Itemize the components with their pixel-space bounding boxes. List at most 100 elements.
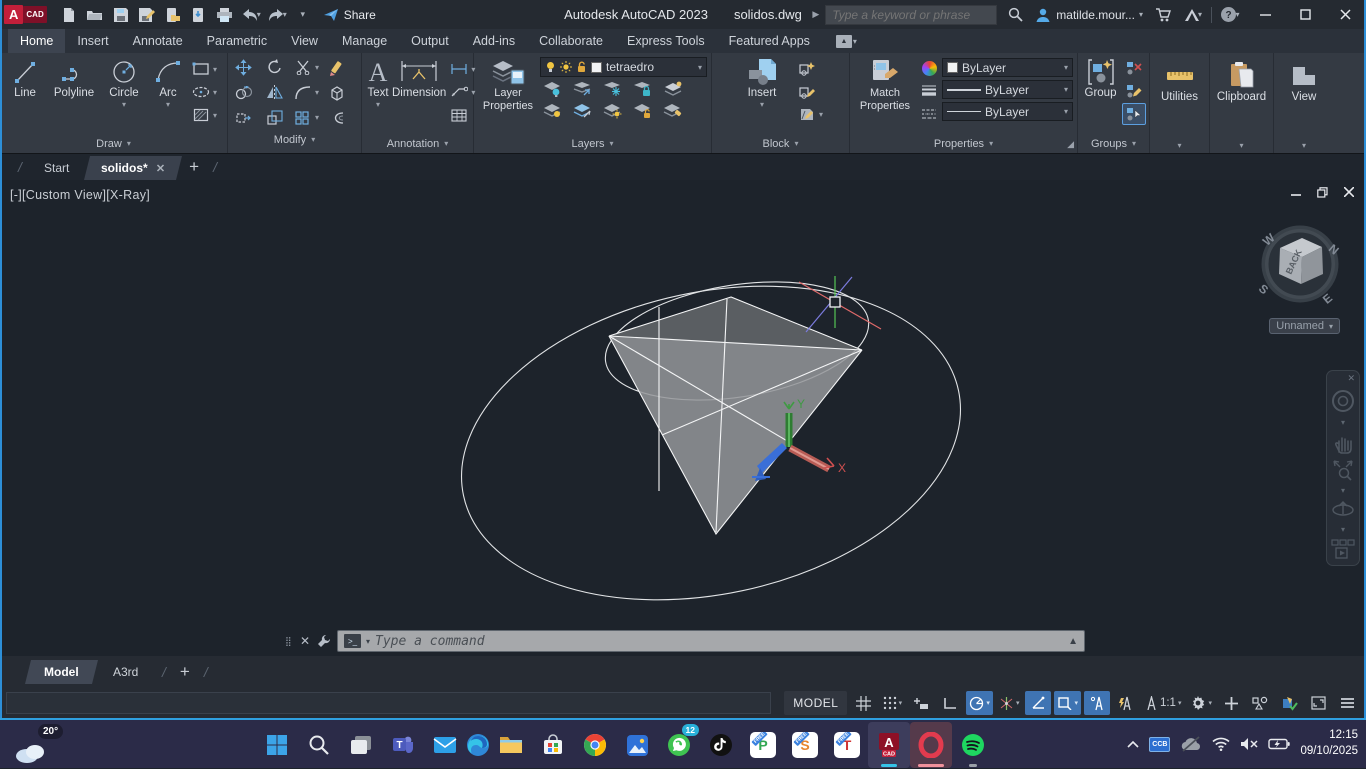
insert-block-tool[interactable]: Insert ▾ [738, 56, 786, 134]
whatsapp-button[interactable]: 12 [658, 722, 700, 768]
file-tab-solidos[interactable]: solidos*✕ [84, 156, 182, 180]
taskbar-search-button[interactable] [298, 722, 340, 768]
command-customize-icon[interactable] [317, 634, 333, 648]
layer-properties-button[interactable]: Layer Properties [478, 56, 538, 134]
command-prompt-icon[interactable]: >_ [344, 634, 361, 648]
tab-view[interactable]: View [279, 29, 330, 53]
trim-icon[interactable] [292, 58, 314, 78]
orbit-dropdown[interactable]: ▾ [1341, 525, 1345, 534]
offset-icon[interactable] [326, 108, 348, 128]
minimize-button[interactable] [1248, 2, 1282, 28]
lineweight-combo[interactable]: ByLayer▾ [942, 80, 1073, 99]
file-explorer-button[interactable] [490, 722, 532, 768]
account-menu[interactable]: matilde.mour... ▾ [1033, 3, 1145, 27]
groups-panel-title[interactable]: Groups▾ [1078, 134, 1149, 153]
open-file-button[interactable] [83, 3, 107, 27]
search-expand-arrow[interactable]: ▶ [812, 9, 819, 20]
draw-panel-title[interactable]: Draw▾ [0, 134, 227, 153]
annotation-visibility-toggle[interactable] [1084, 691, 1110, 715]
insert-dropdown[interactable]: ▾ [760, 100, 764, 109]
polyline-tool[interactable]: Polyline [48, 56, 100, 134]
linetype-combo[interactable]: ByLayer▾ [942, 102, 1073, 121]
3d-object-snap-toggle[interactable]: ▾ [996, 691, 1023, 715]
polar-tracking-toggle[interactable]: ▾ [966, 691, 993, 715]
wps-presentation-button[interactable]: FREEP [742, 722, 784, 768]
rotate-icon[interactable] [264, 58, 286, 78]
define-attributes-icon[interactable] [796, 104, 818, 124]
teams-button[interactable]: T [382, 722, 424, 768]
help-search-box[interactable] [825, 5, 997, 25]
array-dropdown[interactable]: ▾ [315, 113, 319, 122]
annotation-scale-control[interactable]: 1:1▾ [1142, 691, 1185, 715]
arc-tool[interactable]: Arc ▾ [148, 56, 188, 134]
osnap-dropdown[interactable]: ▾ [1074, 699, 1078, 707]
viewport-controls-label[interactable]: [-][Custom View][X-Ray] [10, 188, 150, 202]
properties-panel-title[interactable]: Properties▾ [850, 134, 1077, 153]
utilities-panel[interactable]: Utilities ▾ [1150, 53, 1210, 153]
save-button[interactable] [109, 3, 133, 27]
tab-collaborate[interactable]: Collaborate [527, 29, 615, 53]
circle-dropdown[interactable]: ▾ [122, 100, 126, 109]
command-input[interactable] [375, 634, 1063, 649]
undo-button[interactable]: ▾ [239, 3, 263, 27]
wheel-dropdown[interactable]: ▾ [1341, 418, 1345, 427]
match-layer-icon[interactable] [662, 101, 684, 121]
customize-quick-access-button[interactable]: ▾ [291, 3, 315, 27]
leader-icon[interactable] [448, 82, 470, 102]
dimension-tool[interactable]: Dimension [392, 56, 446, 134]
autocad-taskbar-button[interactable]: ACAD [868, 722, 910, 768]
navbar-close-icon[interactable]: ✕ [1347, 373, 1355, 384]
circle-tool[interactable]: Circle ▾ [102, 56, 146, 134]
copy-icon[interactable] [233, 83, 255, 103]
tab-output[interactable]: Output [399, 29, 461, 53]
mail-button[interactable] [424, 722, 466, 768]
new-layout-button[interactable]: + [172, 662, 198, 682]
layer-combo-chevron[interactable]: ▾ [698, 63, 702, 72]
close-button[interactable] [1328, 2, 1362, 28]
navigation-wheel-icon[interactable] [1331, 389, 1355, 413]
workspace-switching-control[interactable]: ▾ [1187, 691, 1215, 715]
showmotion-icon[interactable] [1331, 539, 1355, 559]
polar-dropdown[interactable]: ▾ [986, 699, 990, 707]
wifi-icon[interactable] [1212, 737, 1230, 751]
layer-unlock-all-icon[interactable] [632, 101, 654, 121]
view-dropdown[interactable]: ▾ [1302, 141, 1306, 150]
color-wheel-icon[interactable] [918, 58, 940, 78]
layer-combo[interactable]: tetraedro ▾ [540, 57, 707, 77]
clipboard-panel[interactable]: Clipboard ▾ [1210, 53, 1274, 153]
block-panel-title[interactable]: Block▾ [712, 134, 849, 153]
search-button[interactable] [1003, 3, 1027, 27]
erase-icon[interactable] [326, 58, 348, 78]
clipboard-dropdown[interactable]: ▾ [1239, 141, 1243, 150]
tiktok-button[interactable] [700, 722, 742, 768]
doc-minimize-icon[interactable] [1291, 187, 1301, 198]
model-space-toggle[interactable]: MODEL [784, 691, 847, 715]
tab-parametric[interactable]: Parametric [195, 29, 279, 53]
group-edit-icon[interactable] [1123, 81, 1145, 101]
create-block-icon[interactable] [796, 58, 818, 78]
save-as-button[interactable] [135, 3, 159, 27]
fillet-dropdown[interactable]: ▾ [315, 88, 319, 97]
command-line-bar[interactable]: ⣿ ✕ >_ ▾ ▲ [285, 628, 1085, 654]
stretch-icon[interactable] [233, 108, 255, 128]
view-cube[interactable]: W N S E BACK [1252, 218, 1348, 318]
wps-writer-button[interactable]: FREET [826, 722, 868, 768]
app-store-button[interactable] [1151, 3, 1175, 27]
volume-muted-icon[interactable] [1240, 737, 1258, 751]
workspace-dropdown[interactable]: ▾ [1208, 699, 1212, 707]
linear-dimension-icon[interactable] [448, 59, 470, 79]
command-history-toggle[interactable]: ▲ [1068, 636, 1078, 647]
snap-dropdown[interactable]: ▾ [899, 699, 903, 707]
grid-display-toggle[interactable] [850, 691, 876, 715]
task-view-button[interactable] [340, 722, 382, 768]
scale-icon[interactable] [264, 108, 286, 128]
group-tool[interactable]: Group [1082, 56, 1119, 134]
new-file-button[interactable] [57, 3, 81, 27]
ccb-tray-icon[interactable]: CCB [1149, 737, 1170, 752]
turn-all-layers-on-icon[interactable] [542, 101, 564, 121]
battery-icon[interactable] [1268, 738, 1290, 750]
redo-button[interactable]: ▾ [265, 3, 289, 27]
tab-insert[interactable]: Insert [65, 29, 120, 53]
mirror-icon[interactable] [264, 83, 286, 103]
group-selection-icon[interactable] [1123, 104, 1145, 124]
